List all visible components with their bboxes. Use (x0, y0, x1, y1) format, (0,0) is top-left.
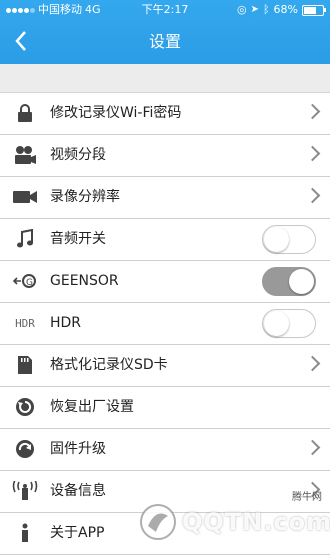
alarm-icon: ◎ (236, 3, 247, 16)
settings-row[interactable]: 修改记录仪Wi-Fi密码 (0, 93, 330, 135)
settings-row-label: 关于APP (50, 525, 105, 541)
settings-row-label: 恢复出厂设置 (50, 399, 134, 415)
settings-row[interactable]: 固件升级 (0, 429, 330, 471)
settings-row[interactable]: 格式化记录仪SD卡 (0, 345, 330, 387)
toggle-knob (289, 269, 314, 294)
chevron-right-icon (304, 439, 321, 456)
chevron-right-icon (304, 481, 321, 498)
chevron-right-icon (304, 145, 321, 162)
settings-row-label: GEENSOR (50, 273, 119, 289)
status-bar: 中国移动 4G 下午2:17 ◎ ➤ ᛒ 68% (0, 0, 330, 20)
settings-row: G GEENSOR (0, 261, 330, 303)
battery-icon (302, 4, 326, 16)
toggle-switch[interactable] (262, 267, 316, 296)
reset-icon (12, 395, 38, 419)
upgrade-icon (12, 437, 38, 461)
camera-people-icon (12, 143, 38, 167)
location-icon: ➤ (250, 4, 259, 15)
battery-percent: 68% (273, 3, 298, 16)
settings-row: 音频开关 (0, 219, 330, 261)
toggle-knob (264, 227, 289, 252)
page-title: 设置 (148, 32, 181, 51)
settings-row-label: 格式化记录仪SD卡 (50, 357, 168, 373)
device-signal-icon (12, 479, 38, 503)
info-icon (12, 521, 38, 545)
settings-row-label: 视频分段 (50, 147, 106, 163)
svg-text:G: G (26, 278, 33, 288)
toggle-switch[interactable] (262, 225, 316, 254)
settings-row: HDR HDR (0, 303, 330, 345)
settings-row-label: HDR (50, 315, 82, 331)
chevron-right-icon (304, 103, 321, 120)
settings-row[interactable]: 恢复出厂设置 (0, 387, 330, 429)
settings-row[interactable]: 设备信息 (0, 471, 330, 513)
settings-list: 修改记录仪Wi-Fi密码 视频分段录像分辨率音频开关 G GEENSOR HDR HDR 格… (0, 92, 330, 555)
settings-row-label: 修改记录仪Wi-Fi密码 (50, 105, 182, 121)
chevron-right-icon (304, 355, 321, 372)
video-camera-icon (12, 185, 38, 209)
settings-row[interactable]: 关于APP (0, 513, 330, 555)
settings-row[interactable]: 视频分段 (0, 135, 330, 177)
settings-row-label: 录像分辨率 (50, 189, 120, 205)
bluetooth-icon: ᛒ (262, 3, 270, 16)
settings-row[interactable]: 录像分辨率 (0, 177, 330, 219)
music-note-icon (12, 227, 38, 251)
settings-row-label: 设备信息 (50, 483, 106, 499)
toggle-knob (264, 311, 289, 336)
lock-icon (12, 101, 38, 125)
settings-row-label: 音频开关 (50, 231, 106, 247)
navigation-bar: 设置 (0, 20, 330, 64)
sd-card-icon (12, 353, 38, 377)
chevron-right-icon (304, 187, 321, 204)
toggle-switch[interactable] (262, 309, 316, 338)
hdr-icon: HDR (15, 316, 35, 330)
g-sensor-icon: G (12, 269, 38, 293)
top-bar: 中国移动 4G 下午2:17 ◎ ➤ ᛒ 68% 设置 (0, 0, 330, 64)
settings-row-label: 固件升级 (50, 441, 106, 457)
